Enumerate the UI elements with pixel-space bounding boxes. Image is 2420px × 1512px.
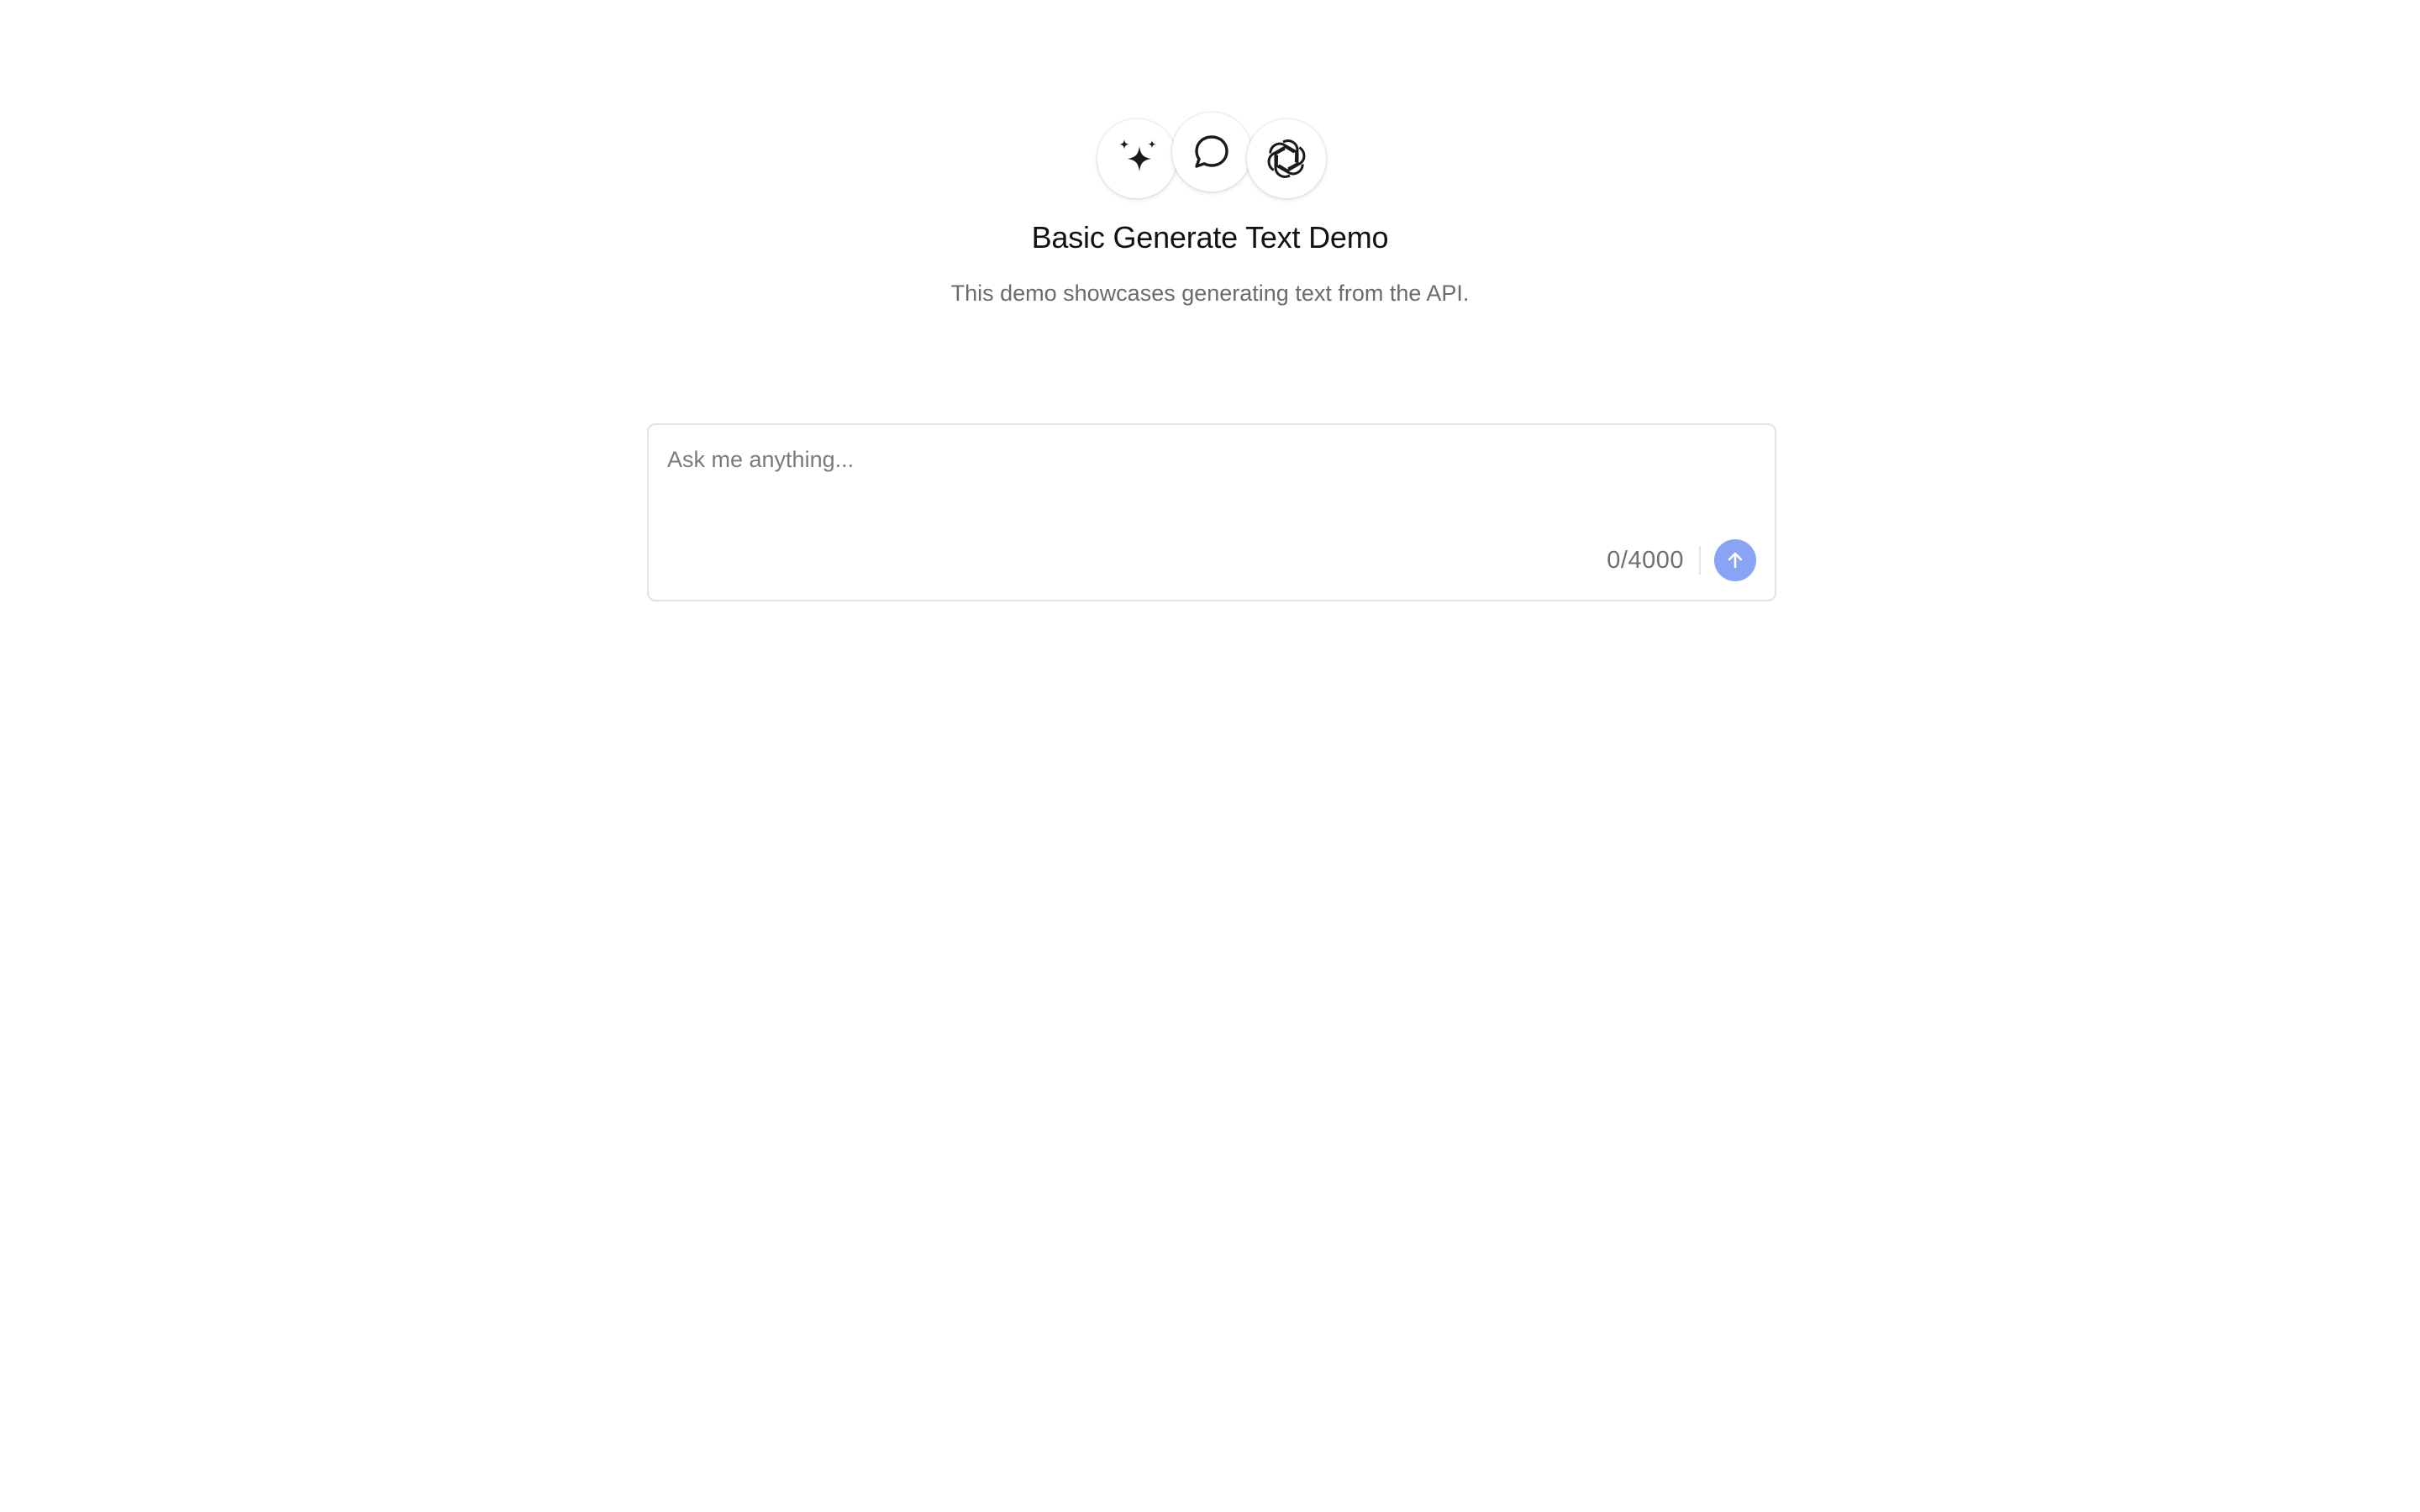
page-title: Basic Generate Text Demo <box>1031 220 1389 255</box>
prompt-composer: 0/4000 <box>647 423 1776 601</box>
page-subtitle: This demo showcases generating text from… <box>950 281 1470 306</box>
chat-badge <box>1172 113 1251 192</box>
prompt-input[interactable] <box>667 447 1751 531</box>
sparkles-icon <box>1119 139 1156 171</box>
openai-badge <box>1247 119 1326 198</box>
arrow-up-icon <box>1728 552 1743 569</box>
page: Basic Generate Text Demo This demo showc… <box>0 0 2420 1512</box>
composer-footer: 0/4000 <box>1607 539 1756 581</box>
footer-divider <box>1699 546 1701 575</box>
send-button[interactable] <box>1714 539 1756 581</box>
openai-logo-icon <box>1267 139 1306 178</box>
character-counter: 0/4000 <box>1607 546 1684 574</box>
header-icon-group <box>1096 111 1328 200</box>
sparkles-badge <box>1097 119 1176 198</box>
chat-bubble-icon <box>1195 135 1228 168</box>
